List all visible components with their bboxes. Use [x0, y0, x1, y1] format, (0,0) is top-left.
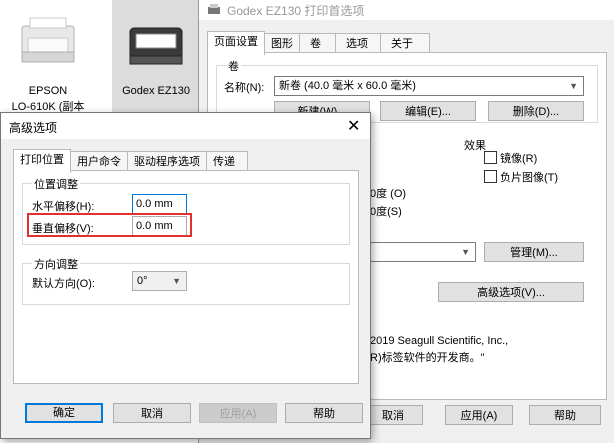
advanced-options-button[interactable]: 高级选项(V)... [438, 282, 584, 302]
effects-group-title: 效果 [464, 140, 486, 152]
printer-icon [21, 17, 75, 63]
advanced-options-dialog: 高级选项 ✕ 打印位置 用户命令 驱动程序选项 传递 位置调整 水平偏移(H):… [0, 112, 371, 439]
tab-passthrough[interactable]: 传递 [206, 151, 248, 172]
advanced-help-button[interactable]: 帮助 [285, 403, 363, 423]
direction-group-title: 方向调整 [32, 256, 80, 272]
printer-item-godex[interactable]: Godex EZ130 [112, 0, 200, 120]
advanced-tabpanel: 位置调整 水平偏移(H): 0.0 mm 垂直偏移(V): 0.0 mm 方向调… [13, 170, 359, 384]
rotate-0-label[interactable]: 0度 (O) [370, 185, 406, 201]
tab-about[interactable]: 关于 [380, 33, 430, 54]
prefs-title: Godex EZ130 打印首选项 [227, 4, 365, 18]
printer-small-icon [208, 4, 220, 14]
tab-page-setup[interactable]: 页面设置 [207, 31, 265, 55]
copyright-line1: 2019 Seagull Scientific, Inc., [370, 335, 509, 347]
printer-item-epson[interactable]: EPSON LO-610K (副本 [4, 0, 92, 120]
default-direction-label: 默认方向(O): [32, 278, 95, 290]
tab-roll[interactable]: 卷 [299, 33, 336, 54]
negative-checkbox[interactable] [484, 170, 497, 183]
edit-roll-button[interactable]: 编辑(E)... [380, 101, 476, 121]
prefs-cancel-button[interactable]: 取消 [363, 405, 423, 425]
mirror-checkbox[interactable] [484, 151, 497, 164]
printer-label: Godex EZ130 [122, 85, 190, 97]
tab-graphics[interactable]: 图形 [264, 33, 300, 54]
stock-select[interactable]: ▼ [368, 242, 476, 262]
negative-label: 负片图像(T) [500, 172, 559, 184]
manage-button[interactable]: 管理(M)... [484, 242, 584, 262]
chevron-down-icon: ▼ [569, 81, 578, 91]
close-icon[interactable]: ✕ [347, 116, 360, 136]
prefs-help-button[interactable]: 帮助 [529, 405, 601, 425]
chevron-down-icon: ▼ [172, 276, 181, 286]
h-offset-input[interactable]: 0.0 mm [132, 194, 187, 214]
tab-options[interactable]: 选项 [335, 33, 381, 54]
advanced-apply-button[interactable]: 应用(A) [199, 403, 277, 423]
advanced-titlebar[interactable]: 高级选项 ✕ [1, 113, 370, 139]
chevron-down-icon: ▼ [461, 247, 470, 257]
tab-print-position[interactable]: 打印位置 [13, 149, 71, 173]
highlight-box [27, 213, 192, 237]
prefs-apply-button[interactable]: 应用(A) [445, 405, 513, 425]
tab-user-commands[interactable]: 用户命令 [70, 151, 128, 172]
tab-driver-options[interactable]: 驱动程序选项 [127, 151, 207, 172]
advanced-cancel-button[interactable]: 取消 [113, 403, 191, 423]
advanced-ok-button[interactable]: 确定 [25, 403, 103, 423]
delete-roll-button[interactable]: 删除(D)... [488, 101, 584, 121]
name-label: 名称(N): [224, 82, 265, 94]
copyright-line2: R)标签软件的开发商。" [370, 352, 485, 364]
printer-icon [129, 27, 183, 65]
advanced-title: 高级选项 [9, 121, 58, 135]
mirror-label: 镜像(R) [500, 153, 538, 165]
prefs-titlebar[interactable]: Godex EZ130 打印首选项 [199, 0, 614, 20]
roll-name-select[interactable]: 新卷 (40.0 毫米 x 60.0 毫米) ▼ [274, 76, 584, 96]
printer-label: EPSON LO-610K (副本 [11, 85, 85, 113]
default-direction-select[interactable]: 0° ▼ [132, 271, 187, 291]
position-group-title: 位置调整 [32, 176, 80, 192]
h-offset-label: 水平偏移(H): [32, 201, 95, 213]
rotate-180-label[interactable]: 0度(S) [370, 203, 402, 219]
roll-group-title: 卷 [226, 58, 241, 74]
